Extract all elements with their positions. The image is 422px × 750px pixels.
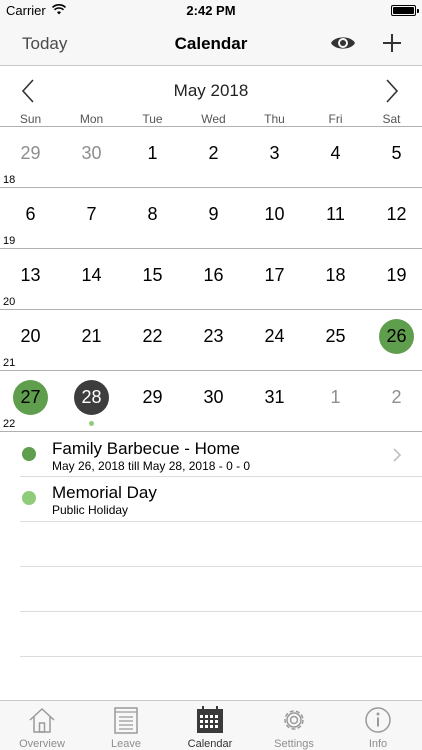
status-bar: Carrier 2:42 PM <box>0 0 422 22</box>
event-color-dot <box>22 447 36 461</box>
page-title: Calendar <box>174 34 248 53</box>
calendar-day[interactable]: 21 <box>61 310 122 370</box>
event-title: Memorial Day <box>52 483 157 502</box>
list-item[interactable]: Family Barbecue - Home May 26, 2018 till… <box>0 432 422 477</box>
weekday-label: Sun <box>19 112 42 126</box>
calendar-day[interactable]: 4 <box>305 127 366 187</box>
tab-label: Settings <box>274 738 314 750</box>
event-color-dot <box>22 491 36 505</box>
house-icon <box>29 707 55 733</box>
calendar-week: 21 20 21 22 23 24 25 26 <box>0 310 422 371</box>
battery-icon <box>391 5 419 16</box>
calendar-day[interactable]: 2 <box>366 371 422 431</box>
calendar-day[interactable]: 19 <box>366 249 422 309</box>
calendar-day[interactable]: 10 <box>244 188 305 248</box>
month-header: May 2018 <box>0 66 422 114</box>
calendar-day[interactable]: 30 <box>61 127 122 187</box>
tab-info[interactable]: Info <box>336 701 420 750</box>
tab-label: Info <box>368 738 388 750</box>
tab-bar: Overview Leave Calendar Settings Info <box>0 700 422 750</box>
chevron-right-icon <box>393 448 402 462</box>
calendar-day[interactable]: 15 <box>122 249 183 309</box>
event-subtitle: Public Holiday <box>52 503 129 517</box>
tab-label: Leave <box>111 738 141 750</box>
tab-label: Overview <box>19 738 65 750</box>
calendar-day[interactable]: 7 <box>61 188 122 248</box>
weekday-label: Wed <box>201 112 226 126</box>
calendar-day[interactable]: 30 <box>183 371 244 431</box>
event-indicator-dot <box>89 421 94 426</box>
tab-settings[interactable]: Settings <box>252 701 336 750</box>
notepad-icon <box>114 707 138 734</box>
calendar-day-selected[interactable]: 28 <box>61 371 122 431</box>
calendar-day[interactable]: 29 <box>0 127 61 187</box>
calendar-day[interactable]: 31 <box>244 371 305 431</box>
eye-icon[interactable] <box>330 32 356 54</box>
calendar-day-event[interactable]: 26 <box>366 310 422 370</box>
weekday-label: Tue <box>142 112 163 126</box>
event-title: Family Barbecue - Home <box>52 439 241 458</box>
tab-calendar[interactable]: Calendar <box>168 701 252 750</box>
calendar-day-event[interactable]: 27 <box>0 371 61 431</box>
weekday-label: Thu <box>264 112 285 126</box>
calendar-day[interactable]: 6 <box>0 188 61 248</box>
event-subtitle: May 26, 2018 till May 28, 2018 - 0 - 0 <box>52 459 251 473</box>
clock: 2:42 PM <box>186 3 236 18</box>
month-title: May 2018 <box>173 81 249 100</box>
calendar-day[interactable]: 13 <box>0 249 61 309</box>
tab-label: Calendar <box>187 738 233 750</box>
weekday-header: Sun Mon Tue Wed Thu Fri Sat <box>0 112 422 127</box>
divider <box>20 611 422 612</box>
calendar-day[interactable]: 1 <box>305 371 366 431</box>
divider <box>20 521 422 522</box>
calendar-day[interactable]: 25 <box>305 310 366 370</box>
calendar-icon <box>197 706 223 733</box>
calendar-day[interactable]: 3 <box>244 127 305 187</box>
gear-icon <box>284 710 304 730</box>
calendar-day[interactable]: 20 <box>0 310 61 370</box>
divider <box>20 656 422 657</box>
calendar-day[interactable]: 23 <box>183 310 244 370</box>
weekday-label: Mon <box>79 112 104 126</box>
weekday-label: Fri <box>328 112 343 126</box>
calendar-day[interactable]: 17 <box>244 249 305 309</box>
calendar-day[interactable]: 18 <box>305 249 366 309</box>
calendar-day[interactable]: 8 <box>122 188 183 248</box>
chevron-right-icon[interactable] <box>378 78 404 104</box>
calendar-week: 19 6 7 8 9 10 11 12 <box>0 188 422 249</box>
calendar-day[interactable]: 1 <box>122 127 183 187</box>
weekday-label: Sat <box>382 112 401 126</box>
info-icon <box>365 707 391 733</box>
calendar-day[interactable]: 5 <box>366 127 422 187</box>
calendar-day[interactable]: 22 <box>122 310 183 370</box>
calendar-day[interactable]: 24 <box>244 310 305 370</box>
calendar-day[interactable]: 29 <box>122 371 183 431</box>
tab-leave[interactable]: Leave <box>84 701 168 750</box>
calendar-day[interactable]: 9 <box>183 188 244 248</box>
plus-icon[interactable] <box>380 31 404 55</box>
navigation-bar: Today Calendar <box>0 22 422 66</box>
calendar-week: 22 27 28 29 30 31 1 2 <box>0 371 422 432</box>
list-item[interactable]: Memorial Day Public Holiday <box>0 477 422 522</box>
divider <box>20 566 422 567</box>
calendar-day[interactable]: 16 <box>183 249 244 309</box>
calendar-week: 18 29 30 1 2 3 4 5 <box>0 127 422 188</box>
tab-overview[interactable]: Overview <box>0 701 84 750</box>
calendar-day[interactable]: 11 <box>305 188 366 248</box>
calendar-day[interactable]: 14 <box>61 249 122 309</box>
calendar-day[interactable]: 12 <box>366 188 422 248</box>
calendar-day[interactable]: 2 <box>183 127 244 187</box>
calendar-week: 20 13 14 15 16 17 18 19 <box>0 249 422 310</box>
